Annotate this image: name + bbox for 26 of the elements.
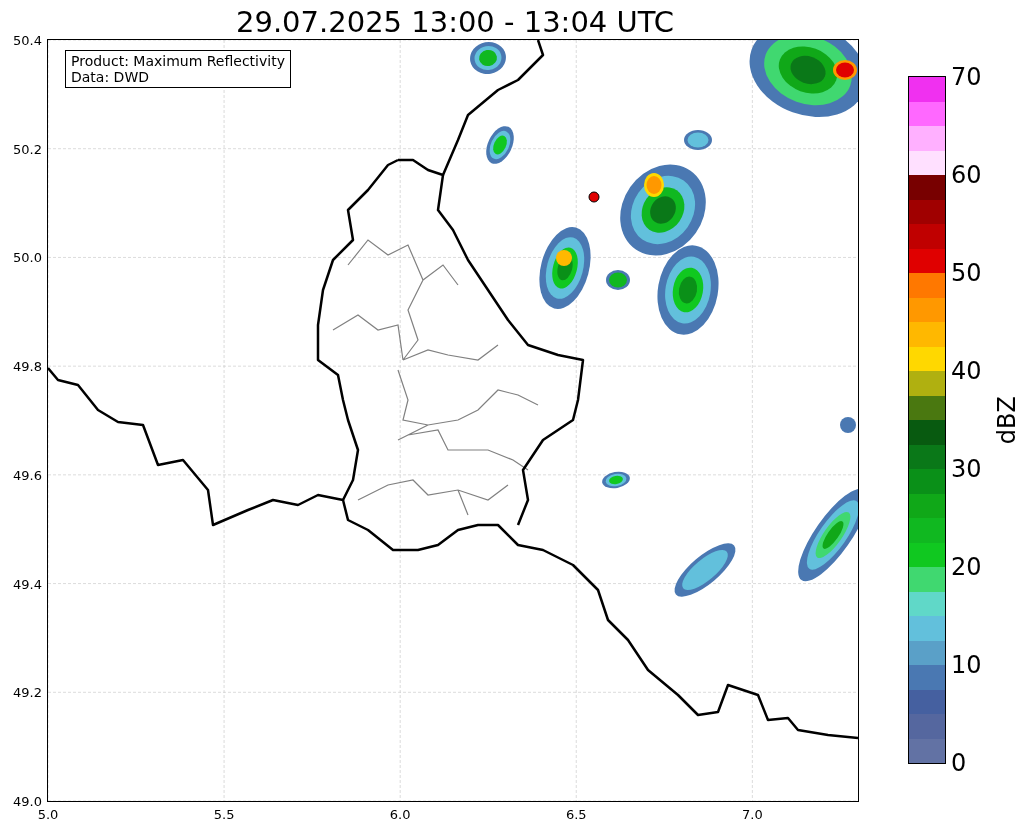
colorbar-tick-label: 60: [951, 162, 982, 188]
y-tick-label: 49.6: [13, 467, 42, 483]
y-tick-label: 49.2: [13, 684, 42, 700]
x-tick-label: 6.5: [565, 807, 587, 822]
y-tick-label: 50.2: [13, 141, 42, 157]
colorbar-tick-label: 20: [951, 554, 982, 580]
x-tick-label: 6.0: [389, 807, 411, 822]
colorbar-tick-label: 70: [951, 64, 982, 90]
location-marker: [588, 191, 600, 203]
info-text: Product: Maximum Reflectivity: [71, 53, 285, 69]
chart-title: 29.07.2025 13:00 - 13:04 UTC: [236, 4, 674, 40]
y-tick-label: 50.0: [13, 249, 42, 265]
x-tick-label: 5.5: [213, 807, 235, 822]
y-tick-label: 50.4: [13, 32, 42, 48]
colorbar-tick-label: 10: [951, 652, 982, 678]
y-tick-label: 49.0: [13, 793, 42, 809]
colorbar-tick-label: 50: [951, 260, 982, 286]
info-text: Data: DWD: [71, 69, 150, 85]
y-tick-label: 49.8: [13, 358, 42, 374]
x-tick-label: 7.0: [742, 807, 763, 822]
colorbar-label: dBZ: [993, 395, 1021, 445]
colorbar-tick-label: 40: [951, 358, 982, 384]
y-tick-label: 49.4: [13, 576, 42, 592]
x-tick-label: 5.0: [37, 807, 59, 822]
colorbar-tick-label: 30: [951, 456, 982, 482]
colorbar-tick-label: 0: [951, 750, 967, 776]
